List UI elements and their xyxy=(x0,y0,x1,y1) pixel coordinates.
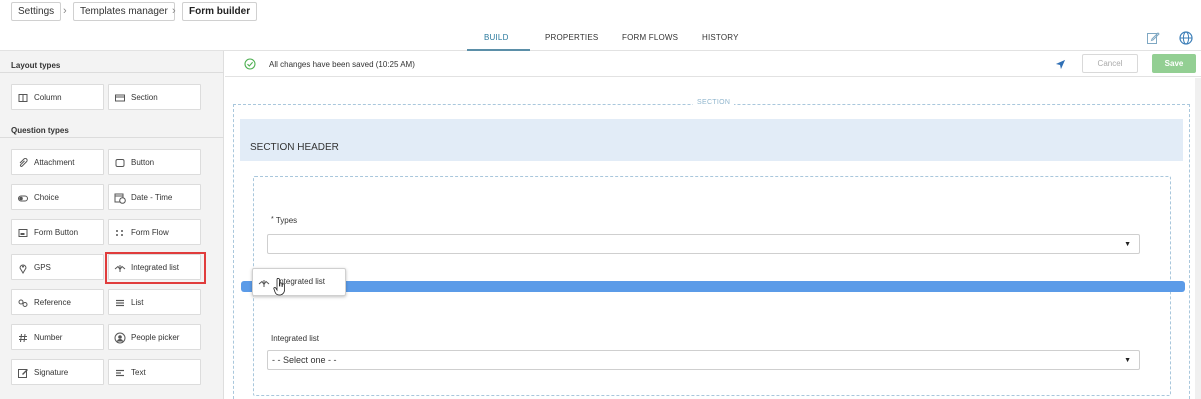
types-select[interactable]: ▼ xyxy=(267,234,1140,254)
edit-icon[interactable] xyxy=(1146,31,1160,45)
types-field-label: * Types xyxy=(271,216,297,225)
tab-form-flows[interactable]: FORM FLOWS xyxy=(622,33,678,42)
breadcrumb-settings[interactable]: Settings xyxy=(11,2,62,21)
tile-label: Text xyxy=(131,368,146,377)
section-label: SECTION xyxy=(693,99,735,106)
section-header-title: SECTION HEADER xyxy=(250,142,339,153)
button-icon xyxy=(115,159,125,167)
tab-history[interactable]: HISTORY xyxy=(702,33,739,42)
question-types-heading: Question types xyxy=(11,126,69,135)
tile-label: Form Flow xyxy=(131,228,169,237)
pen-icon xyxy=(18,369,28,378)
types-label-text: Types xyxy=(275,216,298,225)
tile-label: Reference xyxy=(34,298,71,307)
sidebar: Layout types Column Section Question typ… xyxy=(0,51,224,399)
tile-label: Choice xyxy=(34,193,59,202)
save-status-text: All changes have been saved (10:25 AM) xyxy=(269,60,415,69)
tile-column[interactable]: Column xyxy=(11,84,104,110)
check-circle-icon xyxy=(244,58,256,70)
chevron-right-icon: › xyxy=(172,5,176,17)
tile-label: People picker xyxy=(131,333,180,342)
tile-number[interactable]: Number xyxy=(11,324,104,350)
breadcrumb: Settings › Templates manager › Form buil… xyxy=(0,0,1201,24)
status-toolbar: All changes have been saved (10:25 AM) C… xyxy=(225,51,1201,77)
section-header[interactable]: SECTION HEADER xyxy=(240,119,1183,161)
tile-label: Date - Time xyxy=(131,193,173,202)
layout-types-heading: Layout types xyxy=(11,61,61,70)
tile-form-button[interactable]: Form Button xyxy=(11,219,104,245)
tile-label: Signature xyxy=(34,368,69,377)
section-icon xyxy=(115,94,125,102)
tab-properties[interactable]: PROPERTIES xyxy=(545,33,598,42)
drop-indicator xyxy=(241,281,1185,292)
scrollbar[interactable] xyxy=(1195,78,1201,399)
tile-label: List xyxy=(131,298,144,307)
breadcrumb-templates-manager[interactable]: Templates manager xyxy=(73,2,175,21)
tile-section[interactable]: Section xyxy=(108,84,201,110)
tile-label: Section xyxy=(131,93,158,102)
tile-date-time[interactable]: Date - Time xyxy=(108,184,201,210)
tile-button[interactable]: Button xyxy=(108,149,201,175)
tile-label: Attachment xyxy=(34,158,75,167)
integrated-list-select[interactable]: - - Select one - - ▼ xyxy=(267,350,1140,370)
chevron-right-icon: › xyxy=(63,5,67,17)
chevron-down-icon: ▼ xyxy=(1124,241,1131,248)
column-icon xyxy=(18,94,28,102)
tile-list[interactable]: List xyxy=(108,289,201,315)
cancel-button[interactable]: Cancel xyxy=(1082,54,1138,73)
text-lines-icon xyxy=(116,369,124,377)
form-canvas: SECTION SECTION HEADER * Types ▼ Integra… xyxy=(225,78,1201,399)
highlight-box xyxy=(105,252,206,284)
list-icon xyxy=(116,299,124,307)
tile-label: Button xyxy=(131,158,155,167)
tile-label: Number xyxy=(34,333,63,342)
form-flow-icon xyxy=(116,230,123,236)
breadcrumb-form-builder: Form builder xyxy=(182,2,258,21)
integrated-list-select-value: - - Select one - - xyxy=(272,355,337,365)
tile-text[interactable]: Text xyxy=(108,359,201,385)
tab-bar: BUILD PROPERTIES FORM FLOWS HISTORY xyxy=(0,24,1201,51)
tile-gps[interactable]: GPS xyxy=(11,254,104,280)
tile-label: GPS xyxy=(34,263,51,272)
tile-form-flow[interactable]: Form Flow xyxy=(108,219,201,245)
dragged-integrated-list-item[interactable]: Integrated list xyxy=(252,268,346,296)
hand-cursor-icon xyxy=(273,278,285,296)
tile-label: Column xyxy=(34,93,62,102)
toggle-icon xyxy=(18,195,28,202)
required-marker: * xyxy=(271,216,274,223)
tile-label: Form Button xyxy=(34,228,79,237)
person-icon xyxy=(114,332,126,344)
navigation-arrow-icon[interactable] xyxy=(1055,59,1066,70)
location-pin-icon xyxy=(19,264,27,274)
tile-reference[interactable]: Reference xyxy=(11,289,104,315)
hash-icon xyxy=(19,333,27,343)
form-button-icon xyxy=(18,229,28,237)
link-icon xyxy=(18,299,28,307)
chevron-down-icon: ▼ xyxy=(1124,357,1131,364)
tile-choice[interactable]: Choice xyxy=(11,184,104,210)
divider xyxy=(0,137,224,138)
integrated-list-field-label: Integrated list xyxy=(271,334,320,343)
integrated-list-icon xyxy=(258,280,270,287)
save-button[interactable]: Save xyxy=(1152,54,1196,73)
tile-attachment[interactable]: Attachment xyxy=(11,149,104,175)
tab-build[interactable]: BUILD xyxy=(484,33,509,42)
tile-signature[interactable]: Signature xyxy=(11,359,104,385)
divider xyxy=(0,72,224,73)
paperclip-icon xyxy=(19,158,28,167)
tile-people-picker[interactable]: People picker xyxy=(108,324,201,350)
calendar-clock-icon xyxy=(114,193,126,204)
globe-icon[interactable] xyxy=(1179,31,1193,45)
